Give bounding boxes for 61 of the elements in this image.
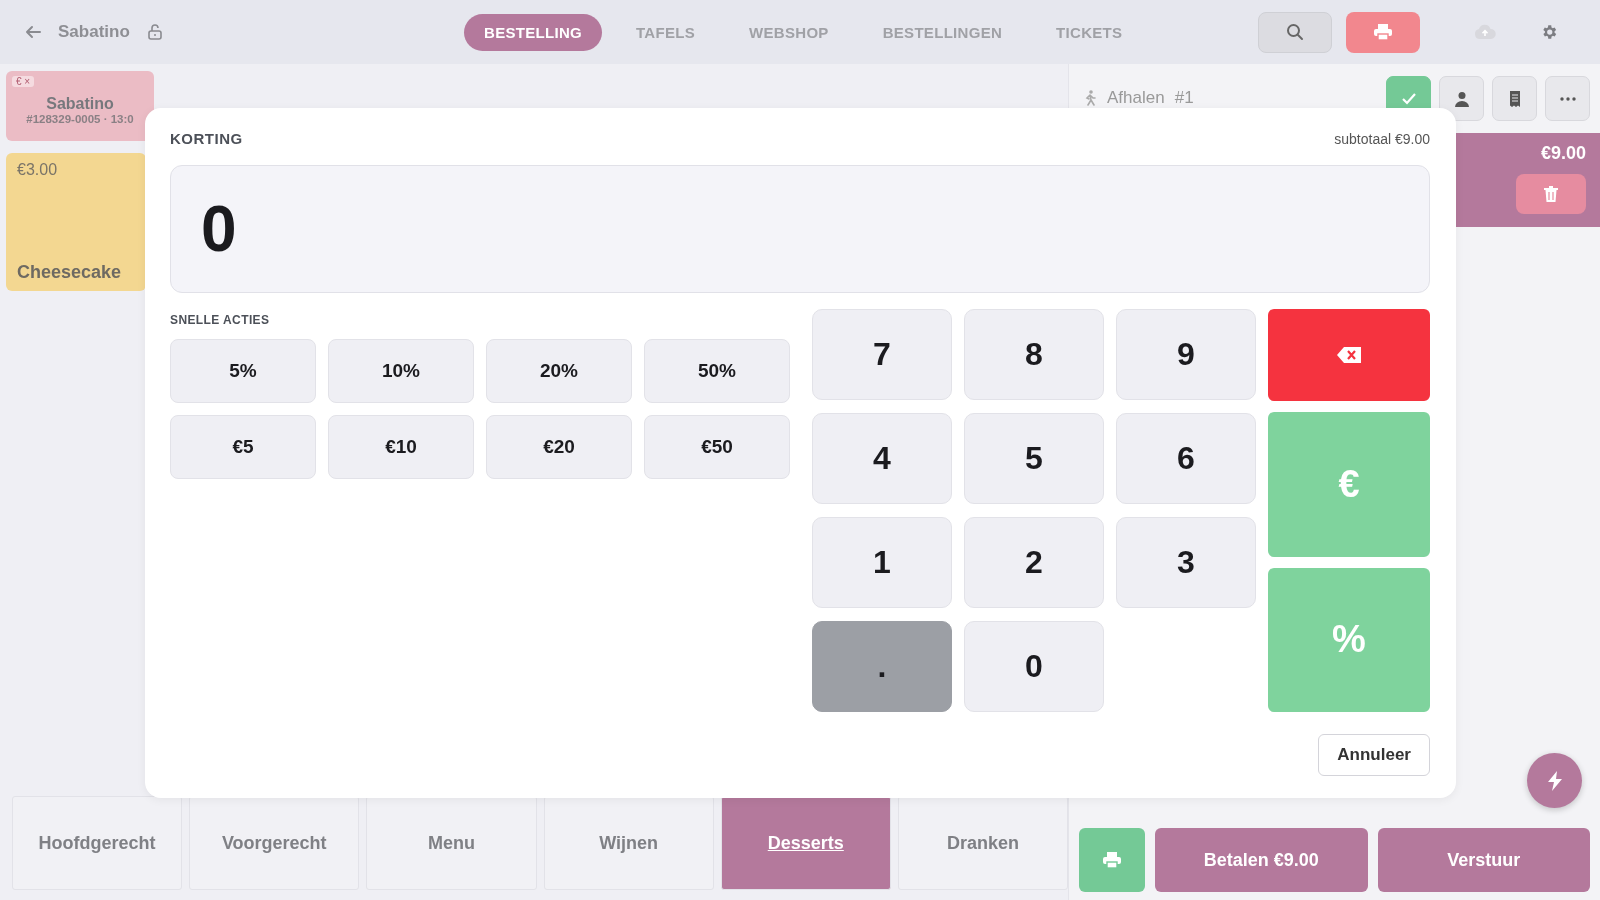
quick-discount-button[interactable]: €5: [170, 415, 316, 479]
keypad-key[interactable]: 6: [1116, 413, 1256, 504]
checkmark-icon: [1400, 91, 1417, 106]
printer-icon: [1102, 851, 1122, 869]
delete-button[interactable]: [1516, 174, 1586, 214]
dialog-title: KORTING: [170, 130, 243, 147]
quick-discount-button[interactable]: 20%: [486, 339, 632, 403]
search-button[interactable]: [1258, 11, 1332, 53]
back-arrow-icon[interactable]: [24, 23, 42, 41]
discount-value-field[interactable]: 0: [170, 165, 1430, 293]
walking-person-icon: [1083, 90, 1097, 106]
keypad-key[interactable]: 5: [964, 413, 1104, 504]
order-name: Sabatino: [46, 95, 114, 113]
search-icon: [1286, 23, 1304, 41]
backspace-icon: [1337, 347, 1361, 363]
keypad-key[interactable]: 2: [964, 517, 1104, 608]
keypad-key[interactable]: 0: [964, 621, 1104, 712]
lightning-icon: [1546, 770, 1563, 791]
print-receipt-button[interactable]: [1079, 828, 1145, 892]
order-card[interactable]: € × Sabatino #128329-0005 · 13:0: [6, 71, 154, 141]
order-type: Afhalen: [1107, 88, 1165, 108]
category-tab[interactable]: Wijnen: [543, 796, 714, 890]
trash-icon: [1544, 186, 1558, 202]
quick-discount-button[interactable]: €20: [486, 415, 632, 479]
print-button[interactable]: [1346, 11, 1420, 53]
quick-actions-label: SNELLE ACTIES: [170, 313, 271, 327]
keypad-key[interactable]: 1: [812, 517, 952, 608]
keypad-key[interactable]: 7: [812, 309, 952, 400]
product-card[interactable]: €3.00 Cheesecake: [6, 153, 146, 291]
category-tab[interactable]: Voorgerecht: [189, 796, 360, 890]
category-tab[interactable]: Dranken: [897, 796, 1069, 890]
order-number: #1: [1174, 88, 1194, 108]
backspace-button[interactable]: [1268, 309, 1430, 401]
unlock-icon[interactable]: [145, 23, 164, 41]
product-name: Cheesecake: [17, 262, 123, 283]
person-icon: [1454, 90, 1469, 107]
receipt-button[interactable]: [1492, 76, 1537, 121]
subtotal-text: subtotaal €9.00: [1334, 130, 1430, 147]
category-tab[interactable]: Menu: [366, 796, 537, 890]
line-price: €9.00: [1540, 143, 1586, 164]
page-title: Sabatino: [58, 22, 130, 42]
keypad-key[interactable]: .: [812, 621, 952, 712]
keypad-key[interactable]: 8: [964, 309, 1104, 400]
keypad-key[interactable]: 9: [1116, 309, 1256, 400]
order-badge: € ×: [12, 76, 35, 87]
receipt-icon: [1508, 90, 1521, 107]
lightning-button[interactable]: [1527, 753, 1582, 808]
keypad-key[interactable]: 3: [1116, 517, 1256, 608]
quick-discount-button[interactable]: 5%: [170, 339, 316, 403]
product-price: €3.00: [17, 161, 59, 179]
keypad-key[interactable]: 4: [812, 413, 952, 504]
quick-discount-button[interactable]: €10: [328, 415, 474, 479]
more-icon: [1559, 96, 1576, 101]
quick-discount-button[interactable]: 50%: [644, 339, 790, 403]
order-meta: #128329-0005 · 13:0: [26, 113, 134, 125]
printer-icon: [1373, 23, 1393, 41]
customer-button[interactable]: [1439, 76, 1484, 121]
cancel-button[interactable]: Annuleer: [1318, 734, 1430, 776]
category-tab[interactable]: Hoofdgerecht: [12, 796, 183, 890]
quick-discount-button[interactable]: €50: [644, 415, 790, 479]
quick-discount-button[interactable]: 10%: [328, 339, 474, 403]
